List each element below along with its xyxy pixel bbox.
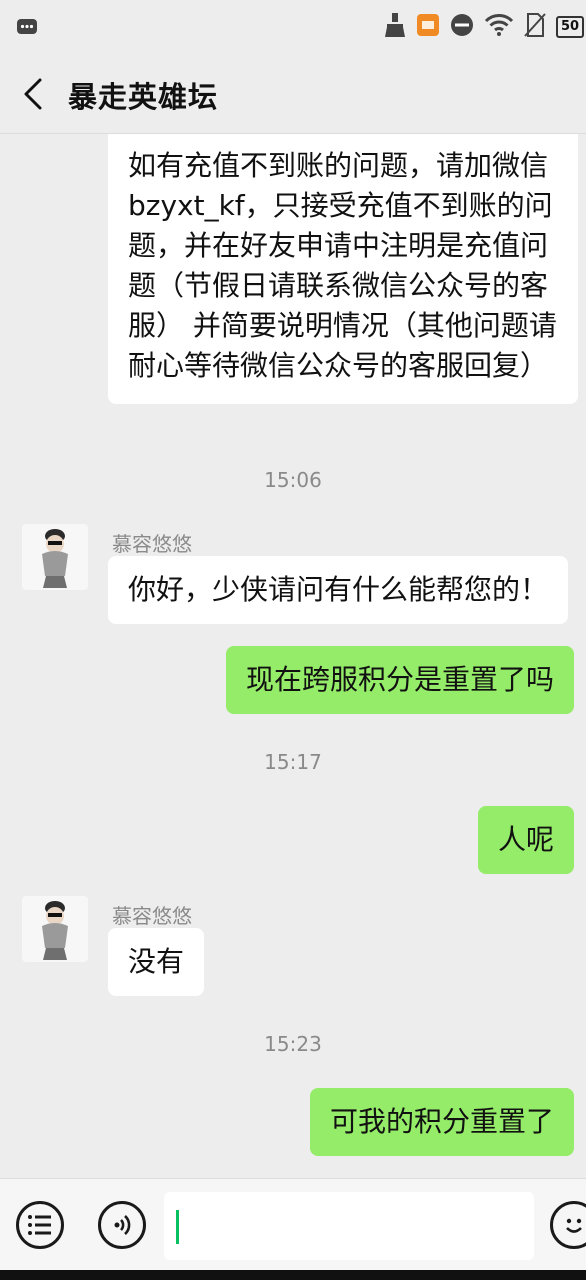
- broom-icon: [384, 12, 406, 42]
- chevron-left-icon: [24, 78, 42, 110]
- message-bubble-received[interactable]: 没有: [108, 928, 205, 996]
- timestamp: 15:06: [264, 468, 322, 492]
- sender-name: 慕容悠悠: [112, 904, 192, 928]
- page-title: 暴走英雄坛: [68, 80, 219, 114]
- message-bubble-received[interactable]: 你好，少侠请问有什么能帮您的！: [108, 556, 569, 624]
- avatar[interactable]: [22, 896, 88, 962]
- wifi-icon: [484, 13, 514, 41]
- chat-header: 暴走英雄坛: [0, 56, 586, 134]
- battery-icon: 50: [556, 16, 584, 38]
- message-input[interactable]: [164, 1192, 534, 1260]
- sender-name: 慕容悠悠: [112, 532, 192, 556]
- list-icon: [28, 1215, 51, 1235]
- voice-button[interactable]: [98, 1201, 146, 1249]
- back-button[interactable]: [16, 74, 56, 114]
- timestamp: 15:23: [264, 1032, 322, 1056]
- text-caret: [176, 1210, 179, 1244]
- avatar-figure-icon: [42, 529, 68, 588]
- voice-icon: [114, 1215, 131, 1235]
- status-bar: 50: [0, 0, 586, 56]
- no-sim-icon: [524, 12, 546, 42]
- message-bubble-received[interactable]: 如有充值不到账的问题，请加微信bzyxt_kf，只接受充值不到账的问题，并在好友…: [108, 134, 578, 404]
- menu-button[interactable]: [16, 1201, 64, 1249]
- emoji-button[interactable]: [550, 1201, 586, 1249]
- chat-bubble-icon: [16, 16, 38, 42]
- message-bubble-sent[interactable]: 可我的积分重置了: [309, 1088, 574, 1156]
- avatar-figure-icon: [42, 901, 68, 960]
- input-bar: [0, 1178, 586, 1270]
- emoji-icon: [566, 1218, 582, 1233]
- message-bubble-sent[interactable]: 现在跨服积分是重置了吗: [225, 646, 574, 714]
- navigation-bar: [0, 1270, 586, 1280]
- do-not-disturb-icon: [450, 13, 474, 41]
- message-bubble-sent[interactable]: 人呢: [477, 806, 574, 874]
- message-list[interactable]: 如有充值不到账的问题，请加微信bzyxt_kf，只接受充值不到账的问题，并在好友…: [0, 134, 586, 1178]
- timestamp: 15:17: [264, 750, 322, 774]
- avatar[interactable]: [22, 524, 88, 590]
- app-badge-icon: [416, 13, 440, 41]
